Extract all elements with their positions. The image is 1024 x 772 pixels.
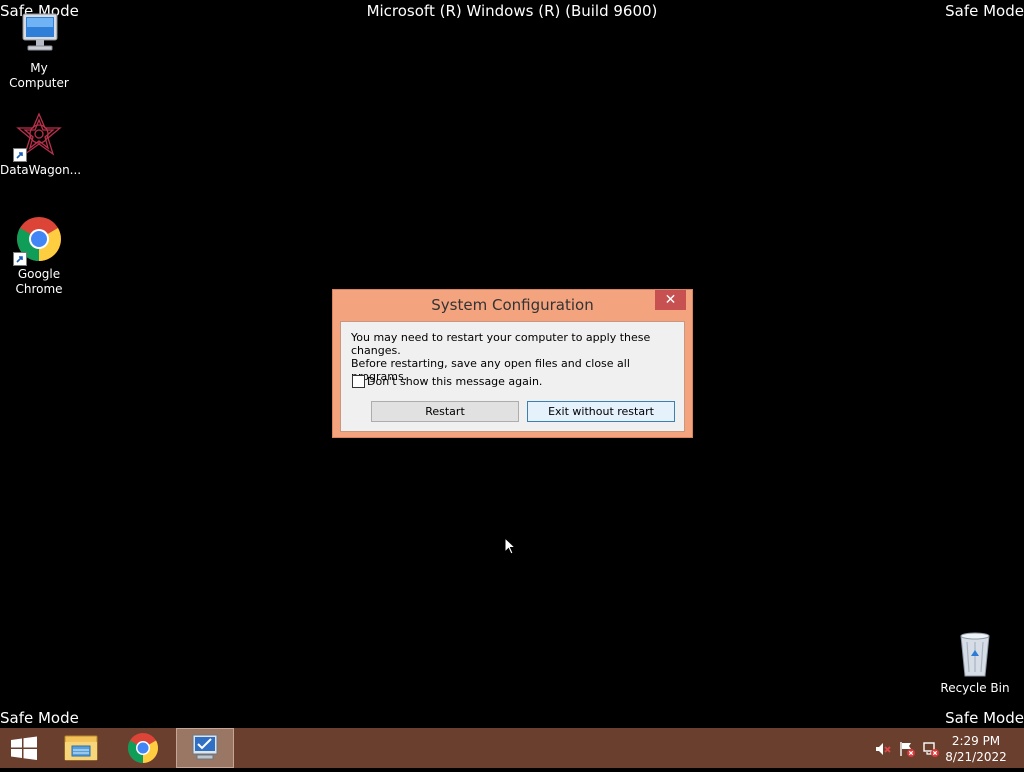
shortcut-arrow-icon (13, 148, 27, 162)
dialog-title: System Configuration (431, 296, 594, 314)
desktop-icon-label: Recycle Bin (940, 681, 1010, 695)
taskbar: 2:29 PM 8/21/2022 (0, 728, 1024, 768)
dont-show-again-label: Don't show this message again. (367, 375, 543, 388)
taskbar-system-configuration[interactable] (176, 728, 234, 768)
shortcut-arrow-icon (13, 252, 27, 266)
exit-without-restart-button[interactable]: Exit without restart (527, 401, 675, 422)
dont-show-again-option[interactable]: Don't show this message again. (352, 375, 542, 388)
message-line-1: You may need to restart your computer to… (351, 331, 651, 357)
desktop-icon-label: DataWagon... (0, 163, 82, 177)
dont-show-again-checkbox[interactable] (352, 375, 365, 388)
chrome-icon (127, 733, 159, 763)
safe-mode-label-bottom-right: Safe Mode (945, 709, 1024, 727)
computer-icon (15, 10, 63, 58)
network-disconnected-icon[interactable] (922, 740, 940, 758)
taskbar-chrome[interactable] (114, 728, 172, 768)
clock-date: 8/21/2022 (945, 750, 1007, 764)
desktop-icon-datawagon[interactable]: DataWagon... (0, 112, 82, 178)
chrome-icon (13, 216, 63, 266)
restart-button[interactable]: Restart (371, 401, 519, 422)
msconfig-icon (192, 734, 218, 760)
action-center-flag-icon[interactable] (898, 740, 916, 758)
desktop-icon-label: My Computer (9, 61, 69, 90)
close-icon: ✕ (664, 292, 677, 308)
taskbar-file-explorer[interactable] (52, 728, 110, 768)
dialog-client-area: You may need to restart your computer to… (340, 321, 685, 432)
volume-muted-icon[interactable] (874, 740, 892, 758)
system-tray (870, 728, 942, 768)
safe-mode-label-bottom-left: Safe Mode (0, 709, 79, 727)
close-button[interactable]: ✕ (655, 290, 686, 310)
system-configuration-dialog: System Configuration ✕ You may need to r… (332, 289, 693, 438)
safe-mode-label-top-right: Safe Mode (945, 2, 1024, 20)
datawagon-icon (13, 112, 63, 162)
start-button[interactable] (0, 728, 48, 768)
windows-build-label: Microsoft (R) Windows (R) (Build 9600) (366, 2, 658, 20)
desktop-icon-recycle-bin[interactable]: Recycle Bin (936, 630, 1014, 696)
start-icon (11, 736, 37, 760)
desktop-icon-my-computer[interactable]: My Computer (0, 10, 78, 91)
desktop-icon-label: Google Chrome (15, 267, 63, 296)
mouse-pointer-icon (504, 536, 517, 560)
taskbar-clock[interactable]: 2:29 PM 8/21/2022 (944, 733, 1008, 765)
file-explorer-icon (64, 735, 98, 761)
recycle-bin-icon (951, 630, 999, 678)
dialog-titlebar[interactable]: System Configuration ✕ (333, 290, 692, 320)
desktop-icon-google-chrome[interactable]: Google Chrome (0, 216, 78, 297)
desktop: Safe Mode Microsoft (R) Windows (R) (Bui… (0, 0, 1024, 728)
clock-time: 2:29 PM (951, 734, 1001, 748)
